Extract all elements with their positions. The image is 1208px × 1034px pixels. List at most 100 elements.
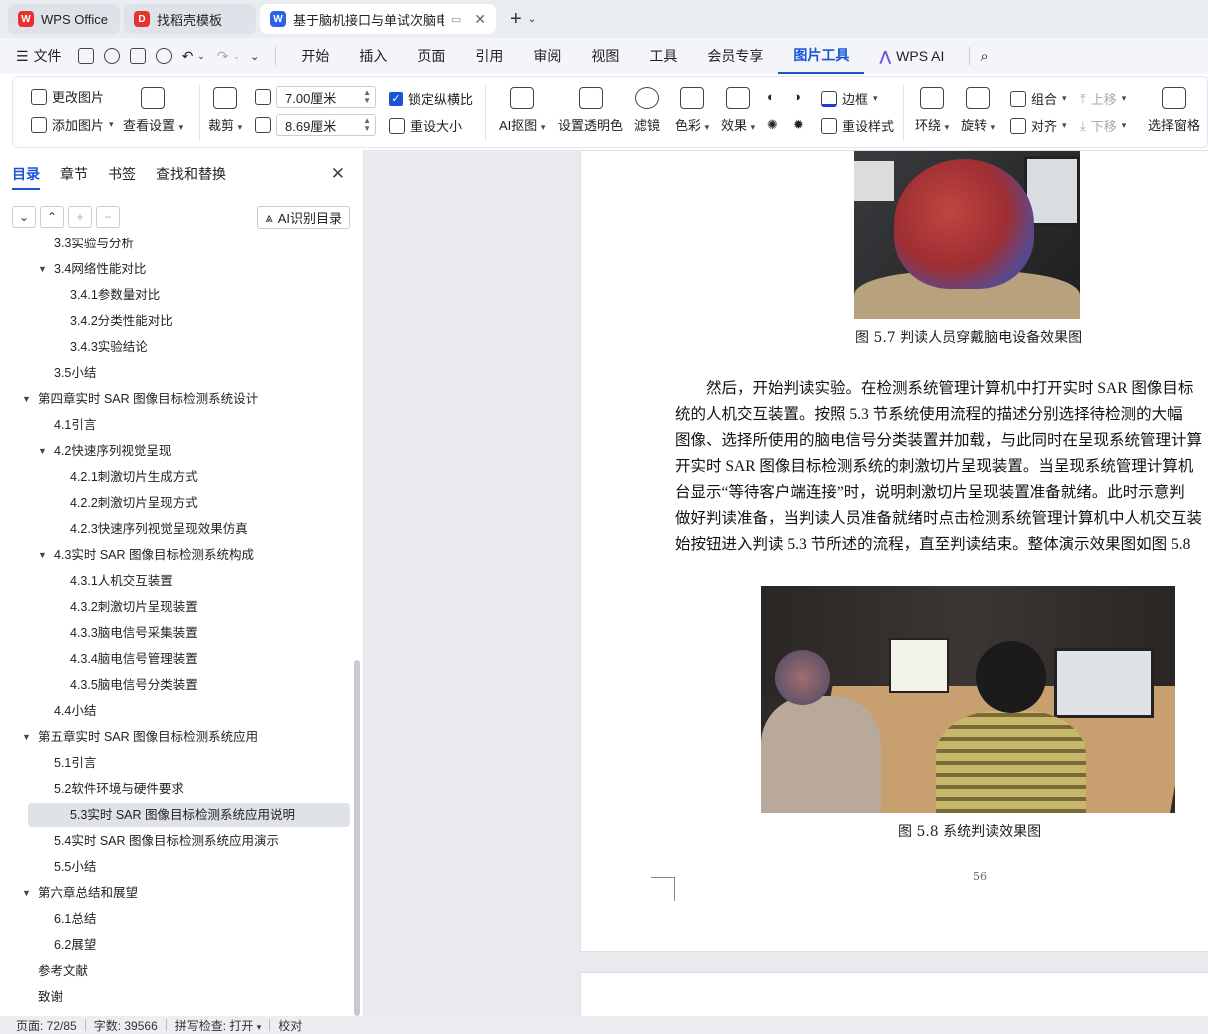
toc-item[interactable]: 3.4.1参数量对比 [54, 283, 160, 307]
document-canvas[interactable]: 图 5.7 判读人员穿戴脑电设备效果图 然后，开始判读实验。在检测系统管理计算机… [364, 150, 1208, 1016]
color-button[interactable]: 色彩 ▾ [675, 87, 709, 134]
toc-item[interactable]: 3.4.3实验结论 [54, 335, 148, 359]
tab-references[interactable]: 引用 [460, 38, 518, 74]
stepper-icon[interactable]: ▲ ▼ [363, 89, 371, 105]
toc-item[interactable]: 4.3.1人机交互装置 [54, 569, 173, 593]
tab-docer[interactable]: D 找稻壳模板 [124, 4, 256, 34]
brightness-up-button[interactable]: ◐ [767, 89, 775, 104]
tab-member[interactable]: 会员专享 [692, 38, 778, 74]
add-icon[interactable]: + [68, 206, 92, 228]
contrast-up-button[interactable]: ✺ [767, 117, 778, 133]
toc-item[interactable]: 3.3实验与分析 [38, 238, 134, 255]
reset-style-button[interactable]: 重设样式 [821, 116, 894, 135]
selection-pane-button[interactable]: 选择窗格 [1148, 87, 1200, 134]
sidebar-scrollbar[interactable] [354, 660, 360, 1016]
toc-item[interactable]: ▼ 4.3实时 SAR 图像目标检测系统构成 [38, 543, 254, 567]
toc-item[interactable]: ▼ 第六章总结和展望 [22, 881, 138, 905]
group-button[interactable]: 组合 ▾ [1010, 89, 1067, 108]
view-settings-button[interactable]: 查看设置 ▾ [123, 87, 183, 134]
chevron-down-icon[interactable]: ⌄ [528, 14, 536, 25]
ai-cutout-button[interactable]: AI抠图 ▾ [499, 87, 545, 134]
chevron-down-icon[interactable]: ⌄ [197, 51, 205, 62]
tab-tools[interactable]: 工具 [634, 38, 692, 74]
toc-item[interactable]: 4.3.4脑电信号管理装置 [54, 647, 198, 671]
file-menu[interactable]: ☰ 文件 [16, 46, 62, 66]
print-preview-icon[interactable] [155, 48, 172, 64]
print-icon[interactable] [129, 48, 146, 64]
toc-item[interactable]: 4.3.2刺激切片呈现装置 [54, 595, 198, 619]
tab-sections[interactable]: 章节 [60, 164, 88, 190]
proofread[interactable]: 校对 [278, 1017, 302, 1034]
page-indicator[interactable]: 页面: 72/85 [16, 1017, 77, 1034]
eeg-cap-photo[interactable] [854, 151, 1080, 319]
toc-item[interactable]: ▼ 3.4网络性能对比 [38, 257, 146, 281]
tab-insert[interactable]: 插入 [344, 38, 402, 74]
expand-triangle-icon[interactable]: ▼ [38, 257, 54, 281]
redo-icon[interactable]: ↷ [217, 48, 229, 65]
system-demo-photo[interactable] [761, 586, 1175, 813]
toc-item[interactable]: 5.2软件环境与硬件要求 [38, 777, 184, 801]
toc-item[interactable]: 5.5小结 [38, 855, 96, 879]
toc-item[interactable]: 4.1引言 [38, 413, 96, 437]
toc-item[interactable]: 3.5小结 [38, 361, 96, 385]
border-button[interactable]: 边框 ▾ [821, 89, 878, 108]
expand-triangle-icon[interactable]: ▼ [22, 881, 38, 905]
toc-item[interactable]: 6.2展望 [38, 933, 96, 957]
toc-item[interactable]: 5.4实时 SAR 图像目标检测系统应用演示 [38, 829, 279, 853]
spell-check[interactable]: 拼写检查: 打开 ▾ [175, 1017, 262, 1034]
tab-review[interactable]: 审阅 [518, 38, 576, 74]
wrap-button[interactable]: 环绕 ▾ [915, 87, 949, 134]
rotate-button[interactable]: 旋转 ▾ [961, 87, 995, 134]
chevron-down-icon[interactable]: ⌄ [233, 51, 241, 62]
brightness-down-button[interactable]: ◑ [793, 89, 801, 104]
toc-item[interactable]: ▼ 4.2快速序列视觉呈现 [38, 439, 171, 463]
word-count[interactable]: 字数: 39566 [94, 1017, 158, 1034]
collapse-icon[interactable]: ⌄ [12, 206, 36, 228]
document-page[interactable]: 图 5.7 判读人员穿戴脑电设备效果图 然后，开始判读实验。在检测系统管理计算机… [580, 150, 1208, 952]
search-icon[interactable]: ⌕ [980, 48, 988, 65]
reset-size-button[interactable]: 重设大小 [389, 116, 462, 135]
height-input[interactable]: 8.69厘米 ▲ ▼ [276, 114, 376, 136]
filter-button[interactable]: 滤镜 [634, 87, 660, 134]
move-up-button[interactable]: ⤒ 上移 ▾ [1080, 89, 1126, 108]
ai-toc-button[interactable]: ⩓ AI识别目录 [257, 206, 350, 229]
expand-triangle-icon[interactable]: ▼ [38, 439, 54, 463]
toc-item[interactable]: 6.1总结 [38, 907, 96, 931]
toc-item[interactable]: 5.3实时 SAR 图像目标检测系统应用说明 [28, 803, 350, 827]
share-icon[interactable] [103, 48, 120, 64]
tab-page[interactable]: 页面 [402, 38, 460, 74]
toc-item[interactable]: ▼ 第五章实时 SAR 图像目标检测系统应用 [22, 725, 258, 749]
width-input[interactable]: 7.00厘米 ▲ ▼ [276, 86, 376, 108]
toc-item[interactable]: 4.3.5脑电信号分类装置 [54, 673, 198, 697]
tab-find-replace[interactable]: 查找和替换 [156, 164, 226, 190]
move-down-button[interactable]: ⤓ 下移 ▾ [1080, 116, 1126, 135]
toc-item[interactable]: 4.2.3快速序列视觉呈现效果仿真 [54, 517, 248, 541]
toc-item[interactable]: 4.3.3脑电信号采集装置 [54, 621, 198, 645]
remove-icon[interactable]: − [96, 206, 120, 228]
tab-home[interactable]: 开始 [286, 38, 344, 74]
toc-item[interactable]: 4.4小结 [38, 699, 96, 723]
toc-item[interactable]: 参考文献 [22, 959, 88, 983]
toc-item[interactable]: ▼ 第四章实时 SAR 图像目标检测系统设计 [22, 387, 258, 411]
change-image-button[interactable]: 更改图片 [31, 87, 104, 106]
monitor-icon[interactable]: ▭ [451, 13, 461, 26]
stepper-icon[interactable]: ▲ ▼ [363, 117, 371, 133]
toc-item[interactable]: 3.4.2分类性能对比 [54, 309, 173, 333]
effects-button[interactable]: 效果 ▾ [721, 87, 755, 134]
align-button[interactable]: 对齐 ▾ [1010, 116, 1067, 135]
next-page[interactable] [580, 972, 1208, 1016]
undo-icon[interactable]: ↶ [182, 48, 194, 65]
tab-document[interactable]: W 基于脑机接口与单试次脑电分 ▭ ✕ [260, 4, 496, 34]
tab-view[interactable]: 视图 [576, 38, 634, 74]
toc-item[interactable]: 4.2.1刺激切片生成方式 [54, 465, 198, 489]
toc-item[interactable]: 4.2.2刺激切片呈现方式 [54, 491, 198, 515]
add-image-button[interactable]: 添加图片 ▾ [31, 115, 114, 134]
toc-item[interactable]: 致谢 [22, 985, 63, 1009]
expand-triangle-icon[interactable]: ▼ [38, 543, 54, 567]
set-transparent-button[interactable]: 设置透明色 [558, 87, 623, 134]
contrast-down-button[interactable]: ✹ [793, 117, 804, 133]
expand-icon[interactable]: ⌃ [40, 206, 64, 228]
new-tab-icon[interactable]: + [510, 8, 522, 31]
close-icon[interactable]: ✕ [331, 164, 345, 184]
lock-ratio-checkbox[interactable]: ✓ 锁定纵横比 [389, 89, 473, 108]
